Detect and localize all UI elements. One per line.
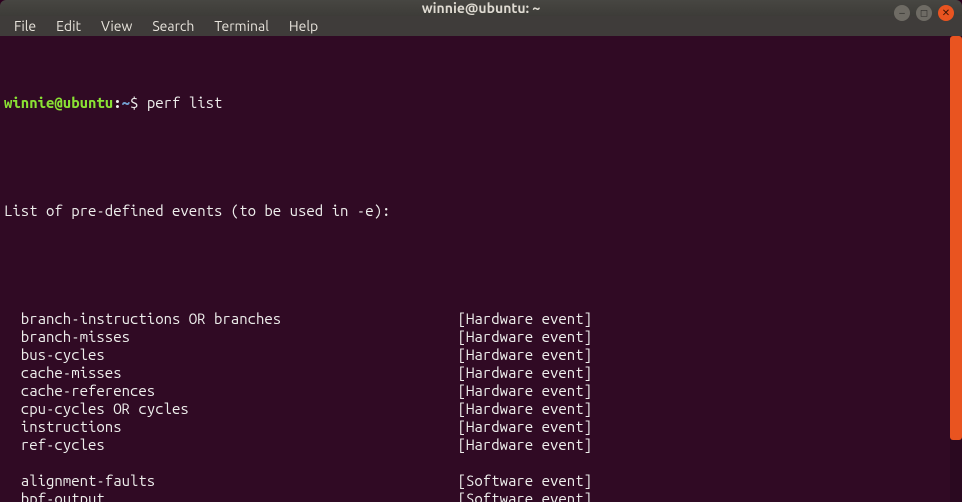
terminal-area[interactable]: winnie@ubuntu:~$ perf list List of pre-d…	[0, 36, 962, 502]
blank-line	[4, 256, 958, 274]
close-button[interactable]: ✕	[938, 5, 954, 21]
maximize-button[interactable]: ◻	[916, 5, 932, 21]
menu-terminal[interactable]: Terminal	[206, 16, 277, 36]
event-line: cpu-cycles OR cycles [Hardware event]	[4, 400, 958, 418]
events-list: branch-instructions OR branches [Hardwar…	[4, 310, 958, 502]
prompt-line: winnie@ubuntu:~$ perf list	[4, 94, 958, 112]
window-title: winnie@ubuntu: ~	[422, 0, 541, 16]
menu-file[interactable]: File	[6, 16, 44, 36]
event-line: bpf-output [Software event]	[4, 490, 958, 502]
scrollbar-track[interactable]	[950, 36, 962, 502]
menu-search[interactable]: Search	[144, 16, 202, 36]
close-icon: ✕	[942, 8, 950, 19]
event-line: cache-misses [Hardware event]	[4, 364, 958, 382]
minimize-button[interactable]: –	[894, 5, 910, 21]
prompt-command: perf list	[147, 94, 223, 111]
blank-line	[4, 148, 958, 166]
menu-help[interactable]: Help	[281, 16, 326, 36]
blank-line	[4, 454, 958, 472]
prompt-user-host: winnie@ubuntu	[4, 94, 113, 111]
menu-view[interactable]: View	[93, 16, 140, 36]
window-controls: – ◻ ✕	[894, 5, 954, 21]
event-line: alignment-faults [Software event]	[4, 472, 958, 490]
event-line: ref-cycles [Hardware event]	[4, 436, 958, 454]
menubar: File Edit View Search Terminal Help	[0, 16, 962, 36]
event-line: bus-cycles [Hardware event]	[4, 346, 958, 364]
prompt-separator: :	[113, 94, 121, 111]
event-line: instructions [Hardware event]	[4, 418, 958, 436]
event-line: cache-references [Hardware event]	[4, 382, 958, 400]
maximize-icon: ◻	[920, 8, 928, 19]
minimize-icon: –	[899, 8, 905, 19]
titlebar[interactable]: winnie@ubuntu: ~ – ◻ ✕	[0, 0, 962, 16]
output-header: List of pre-defined events (to be used i…	[4, 202, 958, 220]
event-line: branch-misses [Hardware event]	[4, 328, 958, 346]
prompt-path: ~	[122, 94, 130, 111]
event-line: branch-instructions OR branches [Hardwar…	[4, 310, 958, 328]
menu-edit[interactable]: Edit	[48, 16, 89, 36]
scrollbar-thumb[interactable]	[950, 36, 962, 440]
terminal-window: winnie@ubuntu: ~ – ◻ ✕ File Edit View Se…	[0, 0, 962, 502]
